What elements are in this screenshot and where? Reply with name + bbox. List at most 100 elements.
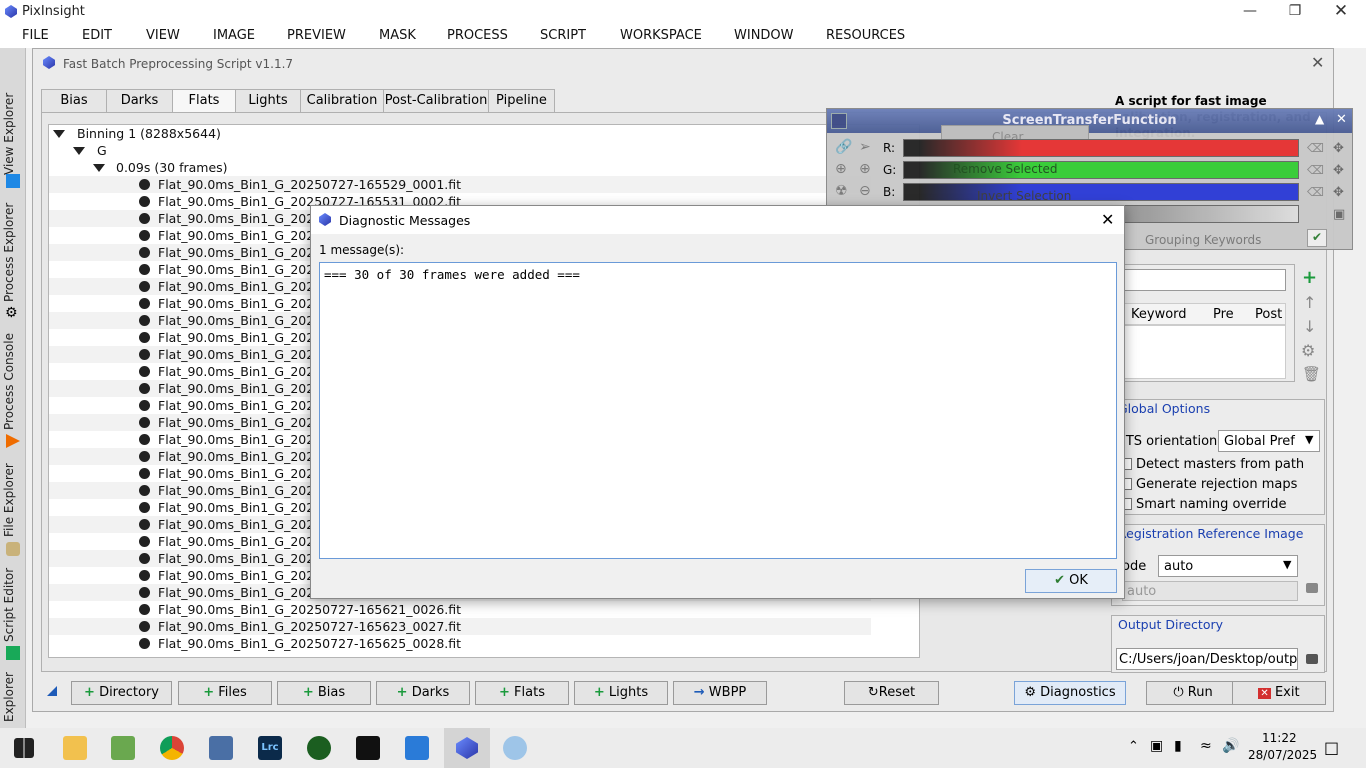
mode-select[interactable]: auto ▼ [1158, 555, 1298, 577]
stf-close-icon[interactable]: ✕ [1336, 112, 1347, 127]
app-taskbar-icon[interactable] [405, 736, 429, 760]
output-directory-input[interactable]: C:/Users/joan/Desktop/output [1116, 648, 1298, 670]
expand-icon[interactable] [53, 130, 65, 138]
reset-g-icon[interactable]: ⌫ [1307, 163, 1324, 177]
dock-tab-view-explorer[interactable]: View Explorer [2, 88, 24, 180]
window-close-icon[interactable]: ✕ [1311, 53, 1324, 72]
exit-button[interactable]: ✕ Exit [1232, 681, 1326, 705]
app-taskbar-icon[interactable] [356, 736, 380, 760]
b-slider[interactable] [903, 183, 1299, 201]
zoom-in-icon[interactable]: ⊕ [859, 161, 871, 177]
fits-orientation-select[interactable]: Global Pref ▼ [1218, 430, 1320, 452]
tree-exposure-row[interactable]: 0.09s (30 frames) [49, 159, 919, 176]
tab-post-calibration[interactable]: Post-Calibration [383, 89, 489, 113]
menu-image[interactable]: IMAGE [213, 28, 255, 43]
add-keyword-icon[interactable]: + [1302, 267, 1317, 288]
app-taskbar-icon[interactable] [307, 736, 331, 760]
menu-script[interactable]: SCRIPT [540, 28, 586, 43]
dock-tab-file-explorer[interactable]: File Explorer [2, 458, 24, 542]
app-taskbar-icon[interactable] [503, 736, 527, 760]
delete-icon[interactable]: 🗑 [1302, 365, 1321, 383]
folder-icon[interactable] [1306, 583, 1318, 593]
clock-time[interactable]: 11:22 [1262, 731, 1297, 745]
notification-icon[interactable]: □ [1324, 738, 1339, 757]
message-text-area[interactable]: === 30 of 30 frames were added === [319, 262, 1117, 559]
windows-start-icon[interactable] [14, 738, 34, 758]
lightroom-taskbar-icon[interactable]: Lrc [258, 736, 282, 760]
menu-view[interactable]: VIEW [146, 28, 180, 43]
tab-darks[interactable]: Darks [106, 89, 173, 113]
flats-button[interactable]: + Flats [475, 681, 569, 705]
darks-button[interactable]: + Darks [376, 681, 470, 705]
reference-image-field[interactable]: auto [1122, 581, 1298, 601]
stf-shade-icon[interactable]: ▲ [1315, 112, 1324, 126]
notepad-taskbar-icon[interactable] [111, 736, 135, 760]
menu-window[interactable]: WINDOW [734, 28, 794, 43]
menu-resources[interactable]: RESOURCES [826, 28, 905, 43]
menu-workspace[interactable]: WORKSPACE [620, 28, 702, 43]
tab-flats[interactable]: Flats [172, 89, 236, 113]
reset-b-icon[interactable]: ⌫ [1307, 185, 1324, 199]
pixinsight-taskbar-active[interactable] [444, 728, 490, 768]
run-button[interactable]: ⏻ Run [1146, 681, 1240, 705]
zoom-icon[interactable]: ⊕ [835, 161, 847, 177]
keyword-table[interactable] [1120, 325, 1286, 379]
network-taskbar-icon[interactable] [209, 736, 233, 760]
dialog-close-icon[interactable]: ✕ [1101, 210, 1114, 229]
reset-r-icon[interactable]: ⌫ [1307, 141, 1324, 155]
wbpp-button[interactable]: → WBPP [673, 681, 767, 705]
lights-button[interactable]: + Lights [574, 681, 668, 705]
tree-filter-row[interactable]: G [49, 142, 919, 159]
file-row[interactable]: Flat_90.0ms_Bin1_G_20250727-165625_0028.… [49, 635, 871, 652]
crosshair-icon[interactable]: ✥ [1333, 163, 1344, 178]
file-row[interactable]: Flat_90.0ms_Bin1_G_20250727-165623_0027.… [49, 618, 871, 635]
ok-button[interactable]: ✔ OK [1025, 569, 1117, 593]
file-explorer-taskbar-icon[interactable] [63, 736, 87, 760]
folder-icon[interactable] [1306, 654, 1318, 664]
settings-gear-icon[interactable]: ⚙ [1301, 341, 1315, 360]
crosshair-icon[interactable]: ✥ [1333, 185, 1344, 200]
zoom-out-icon[interactable]: ⊖ [859, 183, 871, 199]
tab-pipeline[interactable]: Pipeline [488, 89, 555, 113]
battery-icon[interactable]: ▮ [1174, 738, 1182, 754]
menu-mask[interactable]: MASK [379, 28, 416, 43]
menu-preview[interactable]: PREVIEW [287, 28, 346, 43]
chrome-taskbar-icon[interactable] [160, 736, 184, 760]
reset-button[interactable]: ↻Reset [844, 681, 939, 705]
expand-icon[interactable] [93, 164, 105, 172]
menu-file[interactable]: FILE [22, 28, 49, 43]
bias-button[interactable]: + Bias [277, 681, 371, 705]
monitor-icon[interactable]: ▣ [1333, 207, 1345, 222]
dock-tab-process-explorer[interactable]: Process Explorer [2, 200, 24, 304]
auto-stretch-icon[interactable]: ☢ [835, 183, 848, 199]
minimize-icon[interactable]: — [1227, 0, 1273, 24]
clock-date[interactable]: 28/07/2025 [1248, 748, 1317, 762]
track-icon[interactable]: ✥ [1333, 141, 1344, 156]
pointer-icon[interactable]: ➢ [859, 139, 871, 155]
keyword-input[interactable] [1120, 269, 1286, 291]
check-icon[interactable]: ✔ [1307, 229, 1327, 247]
wifi-icon[interactable]: ≈ [1200, 738, 1212, 754]
close-icon[interactable]: ✕ [1318, 0, 1364, 24]
volume-icon[interactable]: 🔊 [1222, 738, 1239, 754]
directory-button[interactable]: + Directory [71, 681, 172, 705]
expand-icon[interactable] [73, 147, 85, 155]
chevron-up-icon[interactable]: ⌃ [1128, 739, 1139, 754]
dock-tab-process-console[interactable]: Process Console [2, 332, 24, 432]
files-button[interactable]: + Files [178, 681, 272, 705]
tab-calibration[interactable]: Calibration [300, 89, 384, 113]
move-up-icon[interactable]: ↑ [1303, 293, 1316, 312]
diagnostics-button[interactable]: ⚙ Diagnostics [1014, 681, 1126, 705]
link-icon[interactable]: 🔗 [835, 139, 852, 155]
move-down-icon[interactable]: ↓ [1303, 317, 1316, 336]
file-row[interactable]: Flat_90.0ms_Bin1_G_20250727-165529_0001.… [49, 176, 871, 193]
tab-bias[interactable]: Bias [41, 89, 107, 113]
tab-lights[interactable]: Lights [235, 89, 301, 113]
tray-icon[interactable]: ▣ [1150, 738, 1163, 754]
dock-tab-explorer[interactable]: Explorer [2, 670, 24, 724]
r-slider[interactable] [903, 139, 1299, 157]
dock-tab-script-editor[interactable]: Script Editor [2, 566, 24, 644]
tree-binning-row[interactable]: Binning 1 (8288x5644) [49, 125, 919, 142]
menu-process[interactable]: PROCESS [447, 28, 508, 43]
restore-icon[interactable]: ❐ [1272, 0, 1318, 24]
